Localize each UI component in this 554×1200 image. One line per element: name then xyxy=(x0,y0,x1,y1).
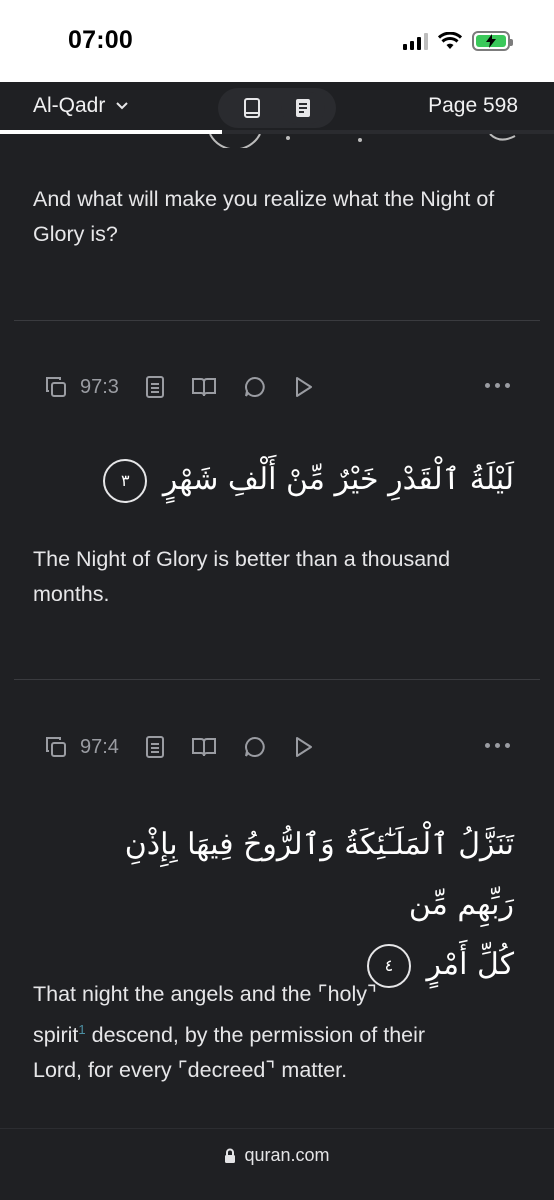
status-icons xyxy=(403,28,513,54)
copy-icon xyxy=(46,737,66,757)
copy-verse-button[interactable]: 97:4 xyxy=(44,735,119,759)
document-icon xyxy=(145,376,164,398)
play-icon xyxy=(295,377,312,397)
verse-arabic-text: تَنَزَّلُ ٱلْمَلَـٰٓئِكَةُ وَٱلرُّوحُ فِ… xyxy=(60,815,514,995)
chevron-down-icon xyxy=(116,102,129,110)
browser-url-bar[interactable]: quran.com xyxy=(0,1128,554,1200)
translation-text: descend, by the permission of their xyxy=(85,1023,426,1048)
view-mode-toggle xyxy=(218,88,336,128)
chat-bubble-icon xyxy=(244,736,265,757)
signal-icon xyxy=(403,32,428,50)
copy-icon xyxy=(46,377,66,397)
more-dot xyxy=(495,383,500,388)
reflections-button[interactable] xyxy=(191,376,217,398)
status-time: 07:00 xyxy=(68,26,133,54)
arabic-line: لَيْلَةُ ٱلْقَدْرِ خَيْرٌ مِّنْ أَلْفِ ش… xyxy=(162,462,514,497)
copy-verse-button[interactable]: 97:3 xyxy=(44,375,119,399)
open-book-icon xyxy=(191,738,216,757)
previous-verse-fragment xyxy=(209,134,516,148)
more-dot xyxy=(485,743,490,748)
verse-key: 97:3 xyxy=(80,375,119,398)
chat-bubble-icon xyxy=(244,376,265,397)
tafsir-button[interactable] xyxy=(145,375,165,399)
status-bar: 07:00 xyxy=(0,0,554,82)
more-dot xyxy=(495,743,500,748)
translation-mode-button[interactable] xyxy=(230,92,274,124)
more-dot xyxy=(505,743,510,748)
translation-text: That night the angels and the ⌜holy⌝ xyxy=(33,982,378,1006)
comment-button[interactable] xyxy=(243,375,267,399)
more-options-button[interactable] xyxy=(485,383,510,388)
open-book-icon xyxy=(191,378,216,397)
verse-actions-bar: 97:3 xyxy=(44,373,510,401)
chapter-selector[interactable]: Al-Qadr xyxy=(33,94,129,118)
arabic-line: تَنَزَّلُ ٱلْمَلَـٰٓئِكَةُ وَٱلرُّوحُ فِ… xyxy=(124,827,514,922)
translation-text: spirit xyxy=(33,1023,79,1048)
wifi-icon xyxy=(438,32,462,49)
verse-divider xyxy=(14,679,540,680)
verse-divider xyxy=(14,320,540,321)
reflections-button[interactable] xyxy=(191,736,217,758)
verse-arabic-text: لَيْلَةُ ٱلْقَدْرِ خَيْرٌ مِّنْ أَلْفِ ش… xyxy=(97,450,514,510)
translation-text: Lord, for every ⌜decreed⌝ matter. xyxy=(33,1058,348,1083)
url-text: quran.com xyxy=(244,1145,330,1165)
page-label: Page 598 xyxy=(428,94,518,117)
page-icon xyxy=(295,99,310,117)
tafsir-button[interactable] xyxy=(145,735,165,759)
play-verse-button[interactable] xyxy=(293,736,313,758)
verse-translation: And what will make you realize what the … xyxy=(33,187,495,246)
more-options-button[interactable] xyxy=(485,743,510,748)
reader-header: Al-Qadr Page 598 xyxy=(0,82,554,134)
footnote-link[interactable]: 1 xyxy=(78,1022,85,1037)
more-dot xyxy=(485,383,490,388)
comment-button[interactable] xyxy=(243,735,267,759)
battery-icon xyxy=(472,31,513,51)
verse-translation: The Night of Glory is better than a thou… xyxy=(33,547,451,606)
book-icon xyxy=(243,98,260,118)
ayah-number-marker: ٣ xyxy=(103,459,148,503)
chapter-name: Al-Qadr xyxy=(33,94,106,117)
lock-icon xyxy=(225,1148,236,1163)
verse-translation: That night the angels and the ⌜holy⌝ spi… xyxy=(0,977,554,1088)
more-dot xyxy=(505,383,510,388)
play-verse-button[interactable] xyxy=(293,376,313,398)
document-icon xyxy=(145,736,164,758)
reading-progress-fill xyxy=(0,130,222,134)
verse-key: 97:4 xyxy=(80,735,119,758)
url-display: quran.com xyxy=(0,1145,554,1166)
verse-actions-bar: 97:4 xyxy=(44,733,510,761)
reading-mode-button[interactable] xyxy=(280,92,325,124)
play-icon xyxy=(295,737,312,757)
